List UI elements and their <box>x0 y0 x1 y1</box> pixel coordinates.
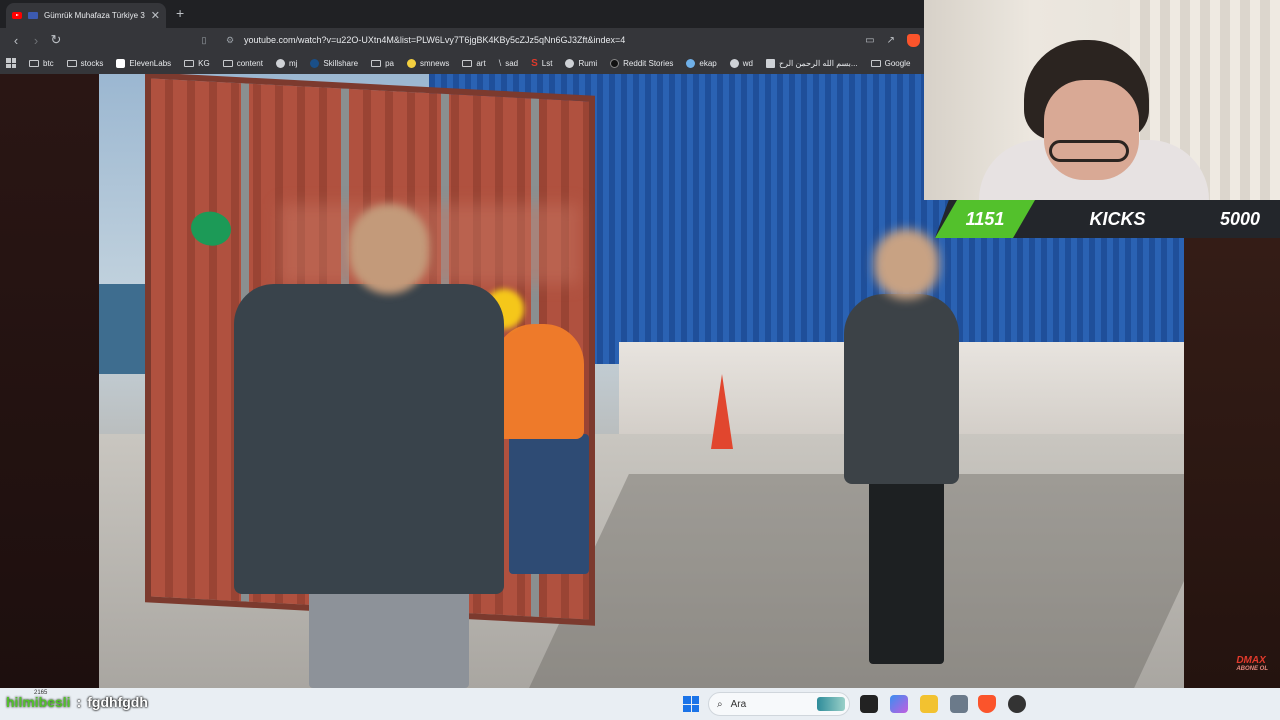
bookmark-item[interactable]: KG <box>184 59 210 68</box>
goal-current: 1151 <box>935 200 1035 238</box>
github-icon <box>275 58 285 68</box>
brave-browser-icon[interactable] <box>978 695 996 713</box>
kicks-goal-bar: 1151 KICKS 5000 <box>935 200 1280 238</box>
container-logo <box>191 210 231 247</box>
globe-icon <box>565 58 575 68</box>
bookmark-item[interactable]: ElevenLabs <box>116 58 171 68</box>
bookmark-item[interactable]: Google <box>870 59 910 68</box>
wikipedia-icon <box>729 58 739 68</box>
folder-icon <box>66 59 77 67</box>
folder-icon <box>870 59 881 67</box>
streamer-face <box>1044 80 1139 180</box>
cast-icon[interactable]: ▭ <box>865 35 874 46</box>
bookmark-item[interactable]: بسم الله الرحمن الرح... <box>765 58 858 68</box>
channel-watermark: DMAX ABONE OL <box>1236 655 1268 672</box>
bookmark-item[interactable]: content <box>222 59 263 68</box>
bookmark-item[interactable]: pa <box>371 59 394 68</box>
share-icon[interactable]: ↗ <box>887 35 895 46</box>
s-logo-icon: S <box>531 57 538 69</box>
folder-icon <box>222 59 233 67</box>
browser-tab[interactable]: Gümrük Muhafaza Türkiye 37 ✕ <box>6 3 166 28</box>
man-body <box>234 284 504 594</box>
screen: Gümrük Muhafaza Türkiye 37 ✕ + ‹ › ↻ ▯ ⚙… <box>0 0 1280 720</box>
smiley-icon <box>407 58 417 68</box>
obs-icon[interactable] <box>1008 695 1026 713</box>
bookmark-item[interactable]: Skillshare <box>310 58 358 68</box>
file-explorer-icon[interactable] <box>920 695 938 713</box>
copilot-icon[interactable] <box>890 695 908 713</box>
folder-icon <box>184 59 195 67</box>
reddit-stories-icon <box>610 58 620 68</box>
webcam-overlay <box>924 0 1280 200</box>
windows-taskbar: 2165 hilmibesli : fgdhfgdh ⌕ Ara <box>0 688 1280 720</box>
address-bar[interactable]: ▯ ⚙ youtube.com/watch?v=u22O-UXtn4M&list… <box>196 30 920 50</box>
page-icon <box>765 58 775 68</box>
site-info-icon[interactable]: ⚙ <box>222 35 238 46</box>
close-tab-icon[interactable]: ✕ <box>151 9 160 22</box>
officer-legs <box>869 474 944 664</box>
windows-start-icon[interactable] <box>683 696 699 712</box>
folder-icon <box>371 59 382 67</box>
goal-target: 5000 <box>1219 208 1261 229</box>
blurred-label <box>279 204 579 284</box>
new-tab-button[interactable]: + <box>176 5 184 21</box>
search-icon: ⌕ <box>717 698 723 710</box>
bookmark-item[interactable]: mj <box>275 58 297 68</box>
streamer-glasses <box>1049 140 1129 162</box>
bird-icon <box>686 58 696 68</box>
chat-username: hilmibesli <box>6 694 71 710</box>
snipping-tool-icon[interactable] <box>950 695 968 713</box>
skillshare-icon <box>310 58 320 68</box>
officer-head-blurred <box>874 229 939 299</box>
bookmark-item[interactable]: smnews <box>407 58 449 68</box>
folder-icon <box>29 59 39 67</box>
youtube-icon <box>12 12 22 19</box>
bookmark-item[interactable]: ekap <box>686 58 717 68</box>
bookmark-item[interactable]: wd <box>729 58 753 68</box>
apps-icon[interactable] <box>6 58 16 68</box>
bookmarks-bar: btc stocks ElevenLabs KG content mj Skil… <box>0 52 924 74</box>
officer-body <box>844 294 959 484</box>
bookmark-item[interactable]: stocks <box>66 59 103 68</box>
bookmark-item[interactable]: btc <box>29 59 54 68</box>
chat-text: fgdhfgdh <box>87 694 148 710</box>
bookmark-item[interactable]: \ sad <box>499 58 518 68</box>
slash-icon: \ <box>498 58 502 68</box>
goal-label: KICKS <box>1089 208 1146 229</box>
url-text[interactable]: youtube.com/watch?v=u22O-UXtn4M&list=PLW… <box>244 35 859 45</box>
reload-button[interactable]: ↻ <box>46 32 66 48</box>
tab-title: Gümrük Muhafaza Türkiye 37 <box>44 11 145 20</box>
bookmark-icon[interactable]: ▯ <box>196 35 212 46</box>
background-containers <box>99 284 149 374</box>
chat-separator: : <box>76 694 82 710</box>
bookmark-item[interactable]: S Lst <box>531 58 552 69</box>
traffic-cone <box>711 374 733 449</box>
search-label: Ara <box>730 698 747 710</box>
bookmark-item[interactable]: Rumi <box>565 58 597 68</box>
back-button[interactable]: ‹ <box>6 33 26 48</box>
worker-legs <box>509 434 589 574</box>
man-head-blurred <box>349 204 429 294</box>
forward-button[interactable]: › <box>26 33 46 48</box>
brave-shield-icon[interactable] <box>907 33 920 47</box>
bookmark-item[interactable]: art <box>462 59 486 68</box>
shadow <box>529 474 1184 688</box>
watermark-text: DMAX <box>1236 655 1266 666</box>
taskbar-search[interactable]: ⌕ Ara <box>708 692 850 716</box>
search-highlight-image <box>817 697 845 711</box>
video-side-left <box>0 74 99 688</box>
bookmark-item[interactable]: Reddit Stories <box>610 58 673 68</box>
watermark-subtext: ABONE OL <box>1236 666 1268 672</box>
worker-vest <box>494 324 584 439</box>
chat-message: hilmibesli : fgdhfgdh <box>6 694 148 710</box>
task-view-icon[interactable] <box>860 695 878 713</box>
folder-icon <box>462 59 473 67</box>
elevenlabs-icon <box>116 58 126 68</box>
flag-icon <box>28 12 38 19</box>
browser-tab-bar: Gümrük Muhafaza Türkiye 37 ✕ + <box>0 0 924 28</box>
